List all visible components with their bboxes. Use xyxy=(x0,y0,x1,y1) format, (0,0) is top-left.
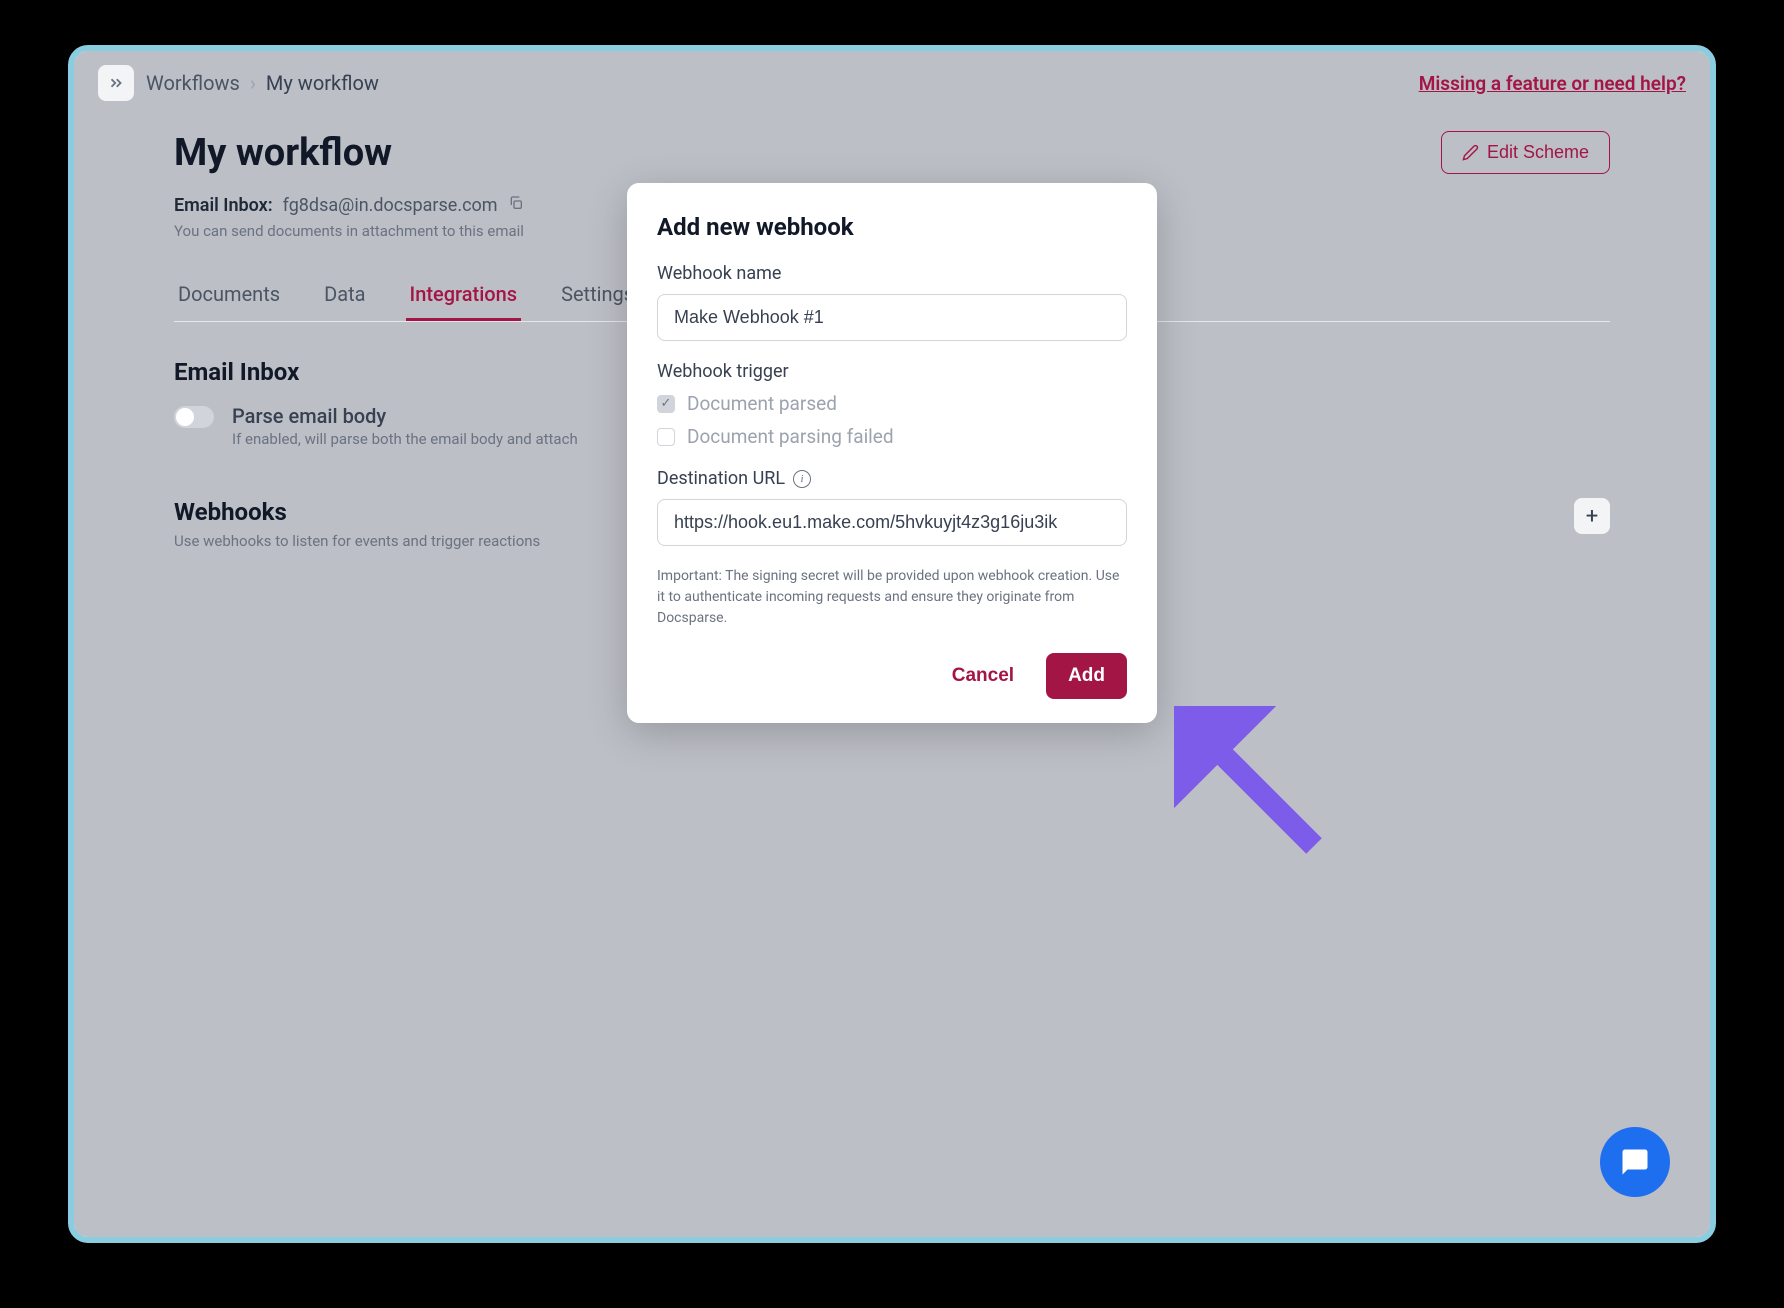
tab-integrations[interactable]: Integrations xyxy=(406,270,522,321)
inbox-label: Email Inbox: xyxy=(174,195,273,216)
signing-secret-hint: Important: The signing secret will be pr… xyxy=(657,566,1127,629)
chat-widget-button[interactable] xyxy=(1600,1127,1670,1197)
breadcrumb: Workflows › My workflow xyxy=(146,71,379,95)
toggle-desc: If enabled, will parse both the email bo… xyxy=(232,430,578,448)
trigger-parsed-label: Document parsed xyxy=(687,392,837,415)
inbox-email: fg8dsa@in.docsparse.com xyxy=(283,195,498,216)
webhook-name-label: Webhook name xyxy=(657,263,1127,284)
modal-title: Add new webhook xyxy=(657,213,1127,241)
edit-scheme-label: Edit Scheme xyxy=(1487,142,1589,163)
copy-icon[interactable] xyxy=(508,195,524,216)
parse-email-toggle[interactable] xyxy=(174,406,214,428)
trigger-failed-row[interactable]: Document parsing failed xyxy=(657,425,1127,448)
add-webhook-button[interactable]: + xyxy=(1574,498,1610,534)
breadcrumb-root[interactable]: Workflows xyxy=(146,71,240,95)
trigger-failed-label: Document parsing failed xyxy=(687,425,894,448)
checkbox-failed[interactable] xyxy=(657,428,675,446)
toggle-title: Parse email body xyxy=(232,404,578,428)
page-title: My workflow xyxy=(174,131,524,175)
topbar: Workflows › My workflow Missing a featur… xyxy=(74,51,1710,115)
webhook-trigger-label: Webhook trigger xyxy=(657,361,1127,382)
cancel-button[interactable]: Cancel xyxy=(940,655,1026,697)
breadcrumb-current: My workflow xyxy=(266,71,379,95)
add-button[interactable]: Add xyxy=(1046,653,1127,699)
chevron-right-icon: › xyxy=(250,71,256,95)
help-link[interactable]: Missing a feature or need help? xyxy=(1419,72,1686,95)
edit-scheme-button[interactable]: Edit Scheme xyxy=(1441,131,1610,174)
chat-icon xyxy=(1620,1147,1650,1177)
app-window: Workflows › My workflow Missing a featur… xyxy=(68,45,1716,1243)
destination-url-label: Destination URL i xyxy=(657,468,1127,489)
tab-settings[interactable]: Settings xyxy=(557,270,638,321)
checkbox-parsed[interactable] xyxy=(657,395,675,413)
trigger-parsed-row[interactable]: Document parsed xyxy=(657,392,1127,415)
chevrons-right-icon xyxy=(107,74,125,92)
email-inbox-row: Email Inbox: fg8dsa@in.docsparse.com xyxy=(174,195,524,216)
plus-icon: + xyxy=(1586,504,1598,529)
destination-url-input[interactable] xyxy=(657,499,1127,546)
webhooks-desc: Use webhooks to listen for events and tr… xyxy=(174,532,540,550)
section-title-webhooks: Webhooks xyxy=(174,498,540,526)
expand-sidebar-button[interactable] xyxy=(98,65,134,101)
tab-data[interactable]: Data xyxy=(320,270,369,321)
webhook-name-input[interactable] xyxy=(657,294,1127,341)
info-icon[interactable]: i xyxy=(793,470,811,488)
add-webhook-modal: Add new webhook Webhook name Webhook tri… xyxy=(627,183,1157,723)
pencil-icon xyxy=(1462,144,1479,161)
modal-footer: Cancel Add xyxy=(657,653,1127,699)
inbox-help-text: You can send documents in attachment to … xyxy=(174,222,524,240)
tab-documents[interactable]: Documents xyxy=(174,270,284,321)
